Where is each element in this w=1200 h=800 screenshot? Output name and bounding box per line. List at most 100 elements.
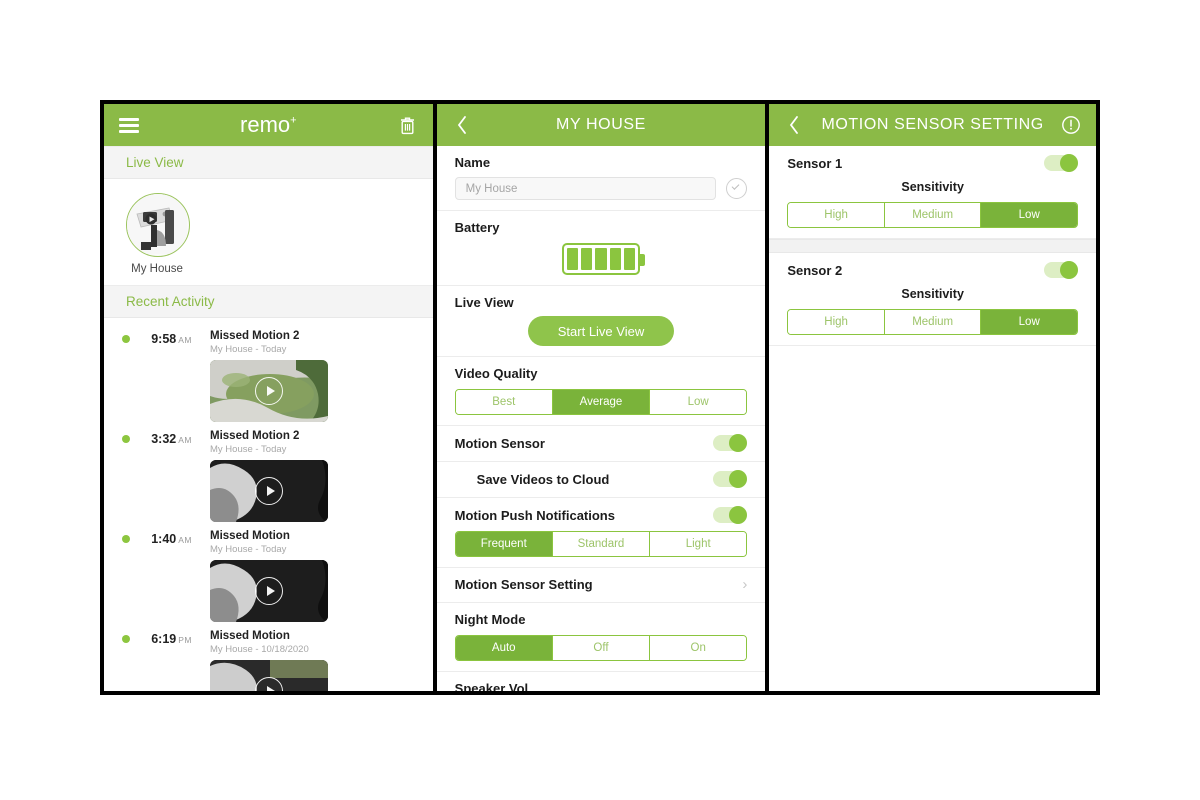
speaker-volume-label: Speaker Vol xyxy=(454,681,529,691)
name-row: Name My House xyxy=(436,146,766,211)
activity-thumbnail[interactable] xyxy=(210,660,328,691)
motion-sensor-setting-row[interactable]: Motion Sensor Setting › xyxy=(436,568,766,603)
sensor-1-sensitivity-label: Sensitivity xyxy=(901,180,964,194)
device-name-input[interactable]: My House xyxy=(454,177,717,200)
play-icon[interactable] xyxy=(255,477,283,505)
segment-standard[interactable]: Standard xyxy=(552,532,651,556)
segment-auto[interactable]: Auto xyxy=(455,636,553,660)
play-icon[interactable] xyxy=(255,577,283,605)
segment-on[interactable]: On xyxy=(650,636,747,660)
chevron-right-icon[interactable]: › xyxy=(742,577,747,592)
sensor-2-sensitivity-control[interactable]: High Medium Low xyxy=(787,309,1078,335)
sensor-1-row: Sensor 1 Sensitivity High Medium Low xyxy=(769,146,1096,239)
list-item[interactable]: 1:40 AM Missed Motion My House - Today xyxy=(104,522,433,622)
list-item[interactable]: 6:19 PM Missed Motion My House - 10/18/20… xyxy=(104,622,433,691)
activity-ampm: AM xyxy=(178,335,192,345)
activity-title: Missed Motion 2 xyxy=(210,330,300,342)
security-camera-icon[interactable] xyxy=(126,193,190,257)
list-item[interactable]: 3:32 AM Missed Motion 2 My House - Today xyxy=(104,422,433,522)
hamburger-menu-icon[interactable] xyxy=(116,112,142,138)
battery-row: Battery xyxy=(436,211,766,286)
recent-activity-strip: Recent Activity xyxy=(104,285,433,318)
activity-title: Missed Motion 2 xyxy=(210,430,300,442)
info-circle-icon[interactable] xyxy=(1058,112,1084,138)
motion-push-label: Motion Push Notifications xyxy=(454,507,615,523)
sensor-2-sensitivity-label: Sensitivity xyxy=(901,287,964,301)
device-header: MY HOUSE xyxy=(436,104,766,146)
motion-sensor-row: Motion Sensor xyxy=(436,426,766,462)
empty-area xyxy=(769,346,1096,691)
save-videos-toggle[interactable] xyxy=(713,470,748,488)
sensor-2-label: Sensor 2 xyxy=(787,262,843,278)
activity-thumbnail[interactable] xyxy=(210,360,328,422)
motion-push-toggle[interactable] xyxy=(713,506,748,524)
start-live-view-button[interactable]: Start Live View xyxy=(527,316,674,346)
live-view-label: Live View xyxy=(454,295,514,310)
chevron-left-icon[interactable] xyxy=(781,112,807,138)
play-icon[interactable] xyxy=(255,377,283,405)
segment-medium[interactable]: Medium xyxy=(884,203,982,227)
activity-ampm: PM xyxy=(178,635,192,645)
chevron-left-icon[interactable] xyxy=(449,112,475,138)
unread-dot-icon xyxy=(122,535,130,543)
video-quality-row: Video Quality Best Average Low xyxy=(436,357,766,426)
activity-list: 9:58AM Missed Motion 2 My House - Today xyxy=(104,318,433,691)
segment-light[interactable]: Light xyxy=(650,532,747,556)
segment-low[interactable]: Low xyxy=(981,310,1077,334)
segment-best[interactable]: Best xyxy=(455,390,553,414)
video-quality-label: Video Quality xyxy=(454,366,538,381)
sensor-2-toggle[interactable] xyxy=(1043,261,1078,279)
app-brand-title: remo+ xyxy=(142,112,395,138)
name-label: Name xyxy=(454,155,491,170)
home-header: remo+ xyxy=(104,104,433,146)
brand-superscript: + xyxy=(290,114,297,127)
sensor-1-sensitivity-control[interactable]: High Medium Low xyxy=(787,202,1078,228)
segment-low[interactable]: Low xyxy=(650,390,747,414)
activity-time: 3:32 xyxy=(151,432,177,446)
section-divider xyxy=(769,239,1096,253)
night-mode-row: Night Mode Auto Off On xyxy=(436,603,766,672)
segment-frequent[interactable]: Frequent xyxy=(455,532,553,556)
night-mode-segmented-control[interactable]: Auto Off On xyxy=(454,635,748,661)
phone-panels: remo+ Live View My House Recent Activity… xyxy=(100,100,1100,695)
activity-title: Missed Motion xyxy=(210,530,290,542)
motion-sensor-setting-label: Motion Sensor Setting xyxy=(454,577,593,592)
speaker-volume-row-cutoff: Speaker Vol xyxy=(436,672,766,691)
segment-high[interactable]: High xyxy=(788,203,885,227)
motion-sensor-label: Motion Sensor xyxy=(454,435,545,451)
activity-thumbnail[interactable] xyxy=(210,460,328,522)
sensor-2-row: Sensor 2 Sensitivity High Medium Low xyxy=(769,253,1096,346)
page-title: MY HOUSE xyxy=(556,116,646,133)
header-spacer xyxy=(727,112,753,138)
activity-title: Missed Motion xyxy=(210,630,290,642)
segment-average[interactable]: Average xyxy=(552,390,651,414)
check-circle-icon[interactable] xyxy=(726,178,748,199)
live-view-card[interactable]: My House xyxy=(104,179,433,285)
save-videos-label: Save Videos to Cloud xyxy=(476,471,610,487)
motion-push-row: Motion Push Notifications Frequent Stand… xyxy=(436,498,766,568)
battery-icon xyxy=(561,243,645,275)
trash-icon[interactable] xyxy=(395,112,421,138)
motion-sensor-toggle[interactable] xyxy=(713,434,748,452)
segment-off[interactable]: Off xyxy=(552,636,651,660)
sensor-1-label: Sensor 1 xyxy=(787,155,843,171)
activity-thumbnail[interactable] xyxy=(210,560,328,622)
sensor-1-toggle[interactable] xyxy=(1043,154,1078,172)
unread-dot-icon xyxy=(122,635,130,643)
unread-dot-icon xyxy=(122,435,130,443)
screenshot-root: remo+ Live View My House Recent Activity… xyxy=(0,0,1200,800)
video-quality-segmented-control[interactable]: Best Average Low xyxy=(454,389,748,415)
activity-subtitle: My House - Today xyxy=(210,444,287,455)
segment-medium[interactable]: Medium xyxy=(884,310,982,334)
activity-ampm: AM xyxy=(178,535,192,545)
list-item[interactable]: 9:58 AM Missed Motion 2 My House - Today xyxy=(104,322,433,422)
activity-subtitle: My House - Today xyxy=(210,544,287,555)
brand-text: remo xyxy=(240,112,291,137)
camera-label: My House xyxy=(131,263,183,275)
motion-push-segmented-control[interactable]: Frequent Standard Light xyxy=(454,531,748,557)
segment-low[interactable]: Low xyxy=(981,203,1077,227)
battery-label: Battery xyxy=(454,220,500,235)
segment-high[interactable]: High xyxy=(788,310,885,334)
sensor-header: MOTION SENSOR SETTING xyxy=(769,104,1096,146)
panel-device-settings: MY HOUSE Name My House Battery Live View… xyxy=(434,100,768,695)
